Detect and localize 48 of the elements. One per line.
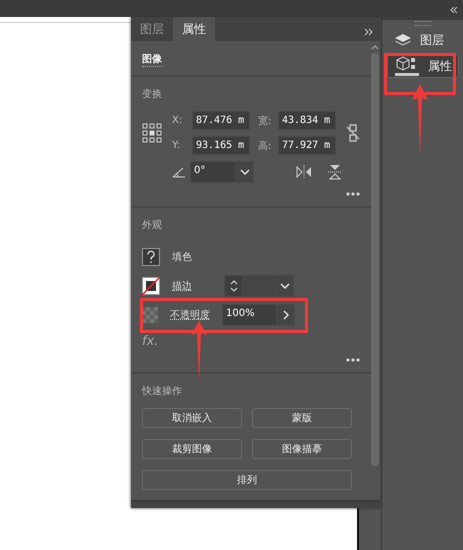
fill-label: 填色 xyxy=(172,250,193,264)
stroke-swatch-icon[interactable] xyxy=(142,276,160,295)
resize-grip[interactable] xyxy=(131,500,380,508)
panel-tab[interactable]: 图层 xyxy=(131,17,173,42)
chevron-right-icon xyxy=(282,310,288,320)
more-icon[interactable] xyxy=(346,358,360,362)
panel-tab[interactable]: 属性 xyxy=(173,17,215,42)
stroke-label[interactable]: 描边 xyxy=(172,278,212,293)
opacity-label[interactable]: 不透明度 xyxy=(170,308,210,322)
collapse-icon[interactable] xyxy=(450,7,458,13)
field-label: 高: xyxy=(258,140,272,153)
object-type-label: 图像 xyxy=(142,52,162,68)
action-button[interactable]: 蒙版 xyxy=(252,408,352,428)
question-mark-swatch-icon[interactable] xyxy=(142,248,160,266)
action-button[interactable]: 裁剪图像 xyxy=(142,439,242,460)
unlink-icon[interactable] xyxy=(346,123,360,144)
angle-icon xyxy=(172,166,186,178)
angle-dropdown[interactable]: 0° xyxy=(190,161,254,184)
input-field[interactable]: 93.165 m xyxy=(192,136,250,156)
field-label: X: xyxy=(172,115,184,126)
dock-item[interactable]: 属性 xyxy=(387,55,459,78)
dock-item[interactable]: 图层 xyxy=(387,29,459,52)
section-title: 快速操作 xyxy=(142,384,183,398)
reference-point-icon[interactable] xyxy=(142,123,162,144)
expand-icon[interactable] xyxy=(364,28,374,36)
input-field[interactable]: 77.927 m xyxy=(278,136,336,156)
highlight-box xyxy=(384,53,456,95)
action-button[interactable]: 排列 xyxy=(142,470,352,490)
action-button[interactable]: 图像描摹 xyxy=(252,439,352,460)
chevron-down-icon xyxy=(280,282,290,289)
cube-icon xyxy=(394,56,420,78)
scroll-up-icon[interactable] xyxy=(371,45,379,50)
stroke-weight-field[interactable] xyxy=(224,274,294,297)
flip-vertical-icon[interactable] xyxy=(328,164,342,180)
flip-horizontal-icon[interactable] xyxy=(296,165,312,180)
section-title: 变换 xyxy=(142,88,163,102)
more-icon[interactable] xyxy=(346,192,360,196)
layers-icon xyxy=(394,32,412,48)
opacity-field[interactable]: 100% xyxy=(222,304,295,326)
chevron-down-icon xyxy=(240,169,250,176)
input-field[interactable]: 87.476 m xyxy=(192,111,250,130)
field-label: 宽: xyxy=(258,114,272,128)
checkerboard-icon[interactable] xyxy=(142,306,158,323)
action-button[interactable]: 取消嵌入 xyxy=(142,408,242,428)
stepper-icon[interactable] xyxy=(230,278,238,293)
input-field[interactable]: 43.834 m xyxy=(278,111,336,130)
field-label: Y: xyxy=(172,140,182,152)
section-title: 外观 xyxy=(142,219,163,232)
